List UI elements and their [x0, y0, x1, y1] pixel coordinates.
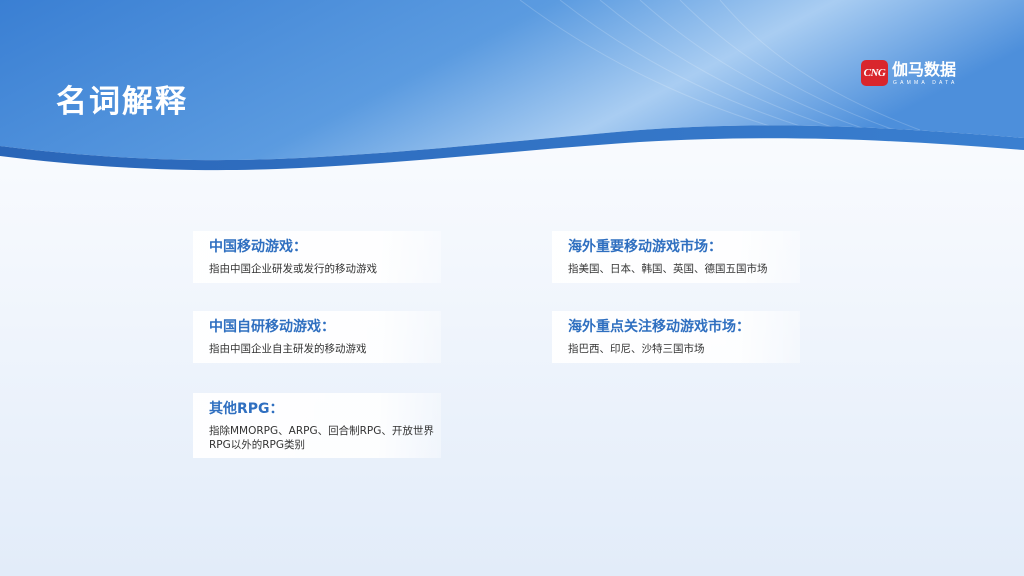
term-card-major-overseas-markets: 海外重要移动游戏市场： 指美国、日本、韩国、英国、德国五国市场 [552, 231, 800, 283]
term-card-other-rpg: 其他RPG： 指除MMORPG、ARPG、回合制RPG、开放世界RPG以外的RP… [193, 393, 441, 458]
logo-mark-icon: CNG [861, 60, 888, 86]
term-title: 海外重点关注移动游戏市场： [568, 319, 750, 335]
term-description: 指美国、日本、韩国、英国、德国五国市场 [568, 263, 768, 275]
logo-subtitle: GAMMA DATA [893, 80, 958, 86]
term-description: 指由中国企业研发或发行的移动游戏 [209, 263, 377, 275]
term-title: 中国自研移动游戏： [209, 319, 335, 335]
term-card-china-mobile-games: 中国移动游戏： 指由中国企业研发或发行的移动游戏 [193, 231, 441, 283]
term-description: 指巴西、印尼、沙特三国市场 [568, 343, 705, 355]
term-card-focus-overseas-markets: 海外重点关注移动游戏市场： 指巴西、印尼、沙特三国市场 [552, 311, 800, 363]
brand-logo: CNG 伽马数据 GAMMA DATA [861, 60, 981, 90]
slide: 名词解释 CNG 伽马数据 GAMMA DATA 中国移动游戏： 指由中国企业研… [0, 0, 1024, 576]
logo-name: 伽马数据 [892, 60, 957, 79]
term-card-china-self-developed-games: 中国自研移动游戏： 指由中国企业自主研发的移动游戏 [193, 311, 441, 363]
term-description: 指除MMORPG、ARPG、回合制RPG、开放世界RPG以外的RPG类别 [209, 425, 434, 451]
term-title: 海外重要移动游戏市场： [568, 239, 722, 255]
term-title: 其他RPG： [209, 401, 284, 417]
page-title: 名词解释 [56, 84, 188, 120]
term-title: 中国移动游戏： [209, 239, 307, 255]
term-description: 指由中国企业自主研发的移动游戏 [209, 343, 367, 355]
